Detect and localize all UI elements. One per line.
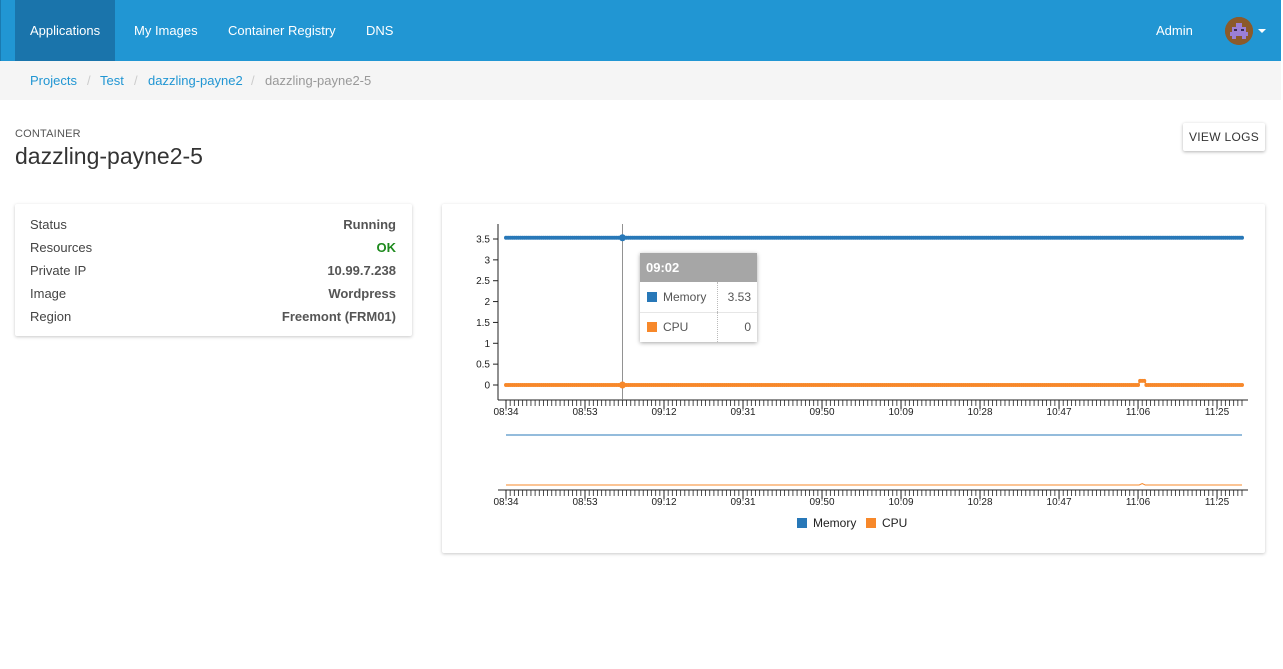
info-row-status: Status Running [30,215,396,235]
legend-label: CPU [882,516,908,530]
navigator-x-tick-label: 08:34 [493,497,518,508]
admin-link[interactable]: Admin [1156,0,1193,61]
y-tick-label: 0 [484,381,490,392]
info-row-region: Region Freemont (FRM01) [30,307,396,327]
navigator-x-tick-label: 09:50 [810,497,835,508]
y-tick-label: 2 [484,297,490,308]
main-x-tick-label: 10:28 [968,407,993,418]
page-kicker: CONTAINER [15,128,81,140]
y-tick-label: 1.5 [476,318,490,329]
tooltip-divider [717,312,718,342]
cpu-data-point [1240,383,1244,387]
view-logs-button[interactable]: VIEW LOGS [1183,123,1265,151]
info-label: Image [30,286,67,301]
info-row-private-ip: Private IP 10.99.7.238 [30,261,396,281]
y-tick-label: 1 [484,339,490,350]
metrics-chart-card: 0 0.5 1 1.5 2 2.5 3 3.5 08:34 08:53 09:12 09:31 09:5… [442,204,1265,553]
tooltip-row-cpu: CPU 0 [640,312,757,342]
memory-data-point [1240,235,1244,240]
info-value: Freemont (FRM01) [281,309,396,324]
breadcrumb-separator: / [134,73,138,88]
legend-item-memory[interactable]: Memory [797,516,856,530]
breadcrumb: Projects / Test / dazzling-payne2 / dazz… [0,61,1281,100]
main-x-tick-label: 11:25 [1205,407,1230,418]
main-x-tick-label: 09:50 [810,407,835,418]
navigator-x-tick-label: 10:28 [968,497,993,508]
nav-item-container-registry[interactable]: Container Registry [213,0,351,61]
info-value-ok: OK [376,240,397,255]
info-value: Wordpress [328,286,396,301]
navigator-x-tick-label: 11:25 [1205,497,1230,508]
main-x-tick-label: 11:06 [1126,407,1151,418]
avatar-pixel-art-icon [1225,17,1253,45]
info-value: Running [343,217,396,232]
tooltip-time: 09:02 [640,253,757,282]
cpu-data-point [1142,378,1147,383]
info-label: Private IP [30,263,87,278]
tooltip-series-value: 0 [744,320,751,334]
top-navbar: Applications My Images Container Registr… [0,0,1281,61]
memory-swatch-icon [647,292,657,302]
info-label: Status [30,217,67,232]
navigator-chart[interactable]: 08:34 08:53 09:12 09:31 09:50 10:09 10:28 10:47… [493,434,1248,508]
y-tick-label: 0.5 [476,360,490,371]
nav-item-applications[interactable]: Applications [15,0,116,61]
main-x-tick-label: 10:47 [1047,407,1072,418]
metrics-chart[interactable]: 0 0.5 1 1.5 2 2.5 3 3.5 08:34 08:53 09:12 09:31 09:5… [442,204,1265,553]
tooltip-series-name: Memory [663,290,707,304]
container-info-card: Status Running Resources OK Private IP 1… [15,204,412,336]
tooltip-series-value: 3.53 [727,290,751,304]
info-row-resources: Resources OK [30,238,396,258]
navigator-cpu-line [506,482,1242,486]
nav-item-dns[interactable]: DNS [351,0,408,61]
cpu-data-point [1136,383,1141,387]
cpu-swatch-icon [647,322,657,332]
breadcrumb-projects[interactable]: Projects [30,61,77,100]
navigator-x-tick-label: 11:06 [1126,497,1151,508]
breadcrumb-dazzling-payne2[interactable]: dazzling-payne2 [148,61,243,100]
navigator-x-tick-label: 09:12 [651,497,676,508]
breadcrumb-test[interactable]: Test [100,61,124,100]
tooltip-divider [717,282,718,312]
breadcrumb-separator: / [87,73,91,88]
memory-legend-swatch-icon [797,518,807,528]
main-x-tick-label: 09:12 [651,407,676,418]
memory-hover-point [618,234,626,242]
navigator-x-tick-label: 10:09 [889,497,914,508]
navigator-x-tick-label: 08:53 [572,497,597,508]
main-x-tick-label: 08:53 [572,407,597,418]
tooltip-series-name: CPU [663,320,689,334]
info-row-image: Image Wordpress [30,284,396,304]
info-value: 10.99.7.238 [327,263,396,278]
main-x-tick-label: 08:34 [493,407,518,418]
cpu-legend-swatch-icon [866,518,876,528]
info-label: Region [30,309,72,324]
tooltip-row-memory: Memory 3.53 [640,282,757,313]
legend-item-cpu[interactable]: CPU [866,516,907,530]
y-tick-label: 3.5 [476,235,490,246]
main-x-tick-label: 10:09 [889,407,914,418]
chart-tooltip: 09:02 Memory 3.53 CPU 0 [640,253,757,342]
y-tick-label: 2.5 [476,276,490,287]
breadcrumb-current: dazzling-payne2-5 [265,73,372,88]
main-chart: 0 0.5 1 1.5 2 2.5 3 3.5 08:34 08:53 09:12 09:31 09:5… [476,224,1248,418]
info-label: Resources [30,240,93,255]
y-tick-label: 3 [484,255,490,266]
legend-label: Memory [813,516,857,530]
navigator-x-tick-label: 09:31 [731,497,756,508]
page-title: dazzling-payne2-5 [15,143,203,169]
user-avatar-icon[interactable] [1225,17,1253,45]
main-x-tick-label: 09:31 [731,407,756,418]
user-menu-caret-icon[interactable] [1258,29,1266,33]
nav-item-my-images[interactable]: My Images [119,0,213,61]
navigator-x-tick-label: 10:47 [1047,497,1072,508]
cpu-hover-point [618,381,626,389]
breadcrumb-separator: / [251,73,255,88]
